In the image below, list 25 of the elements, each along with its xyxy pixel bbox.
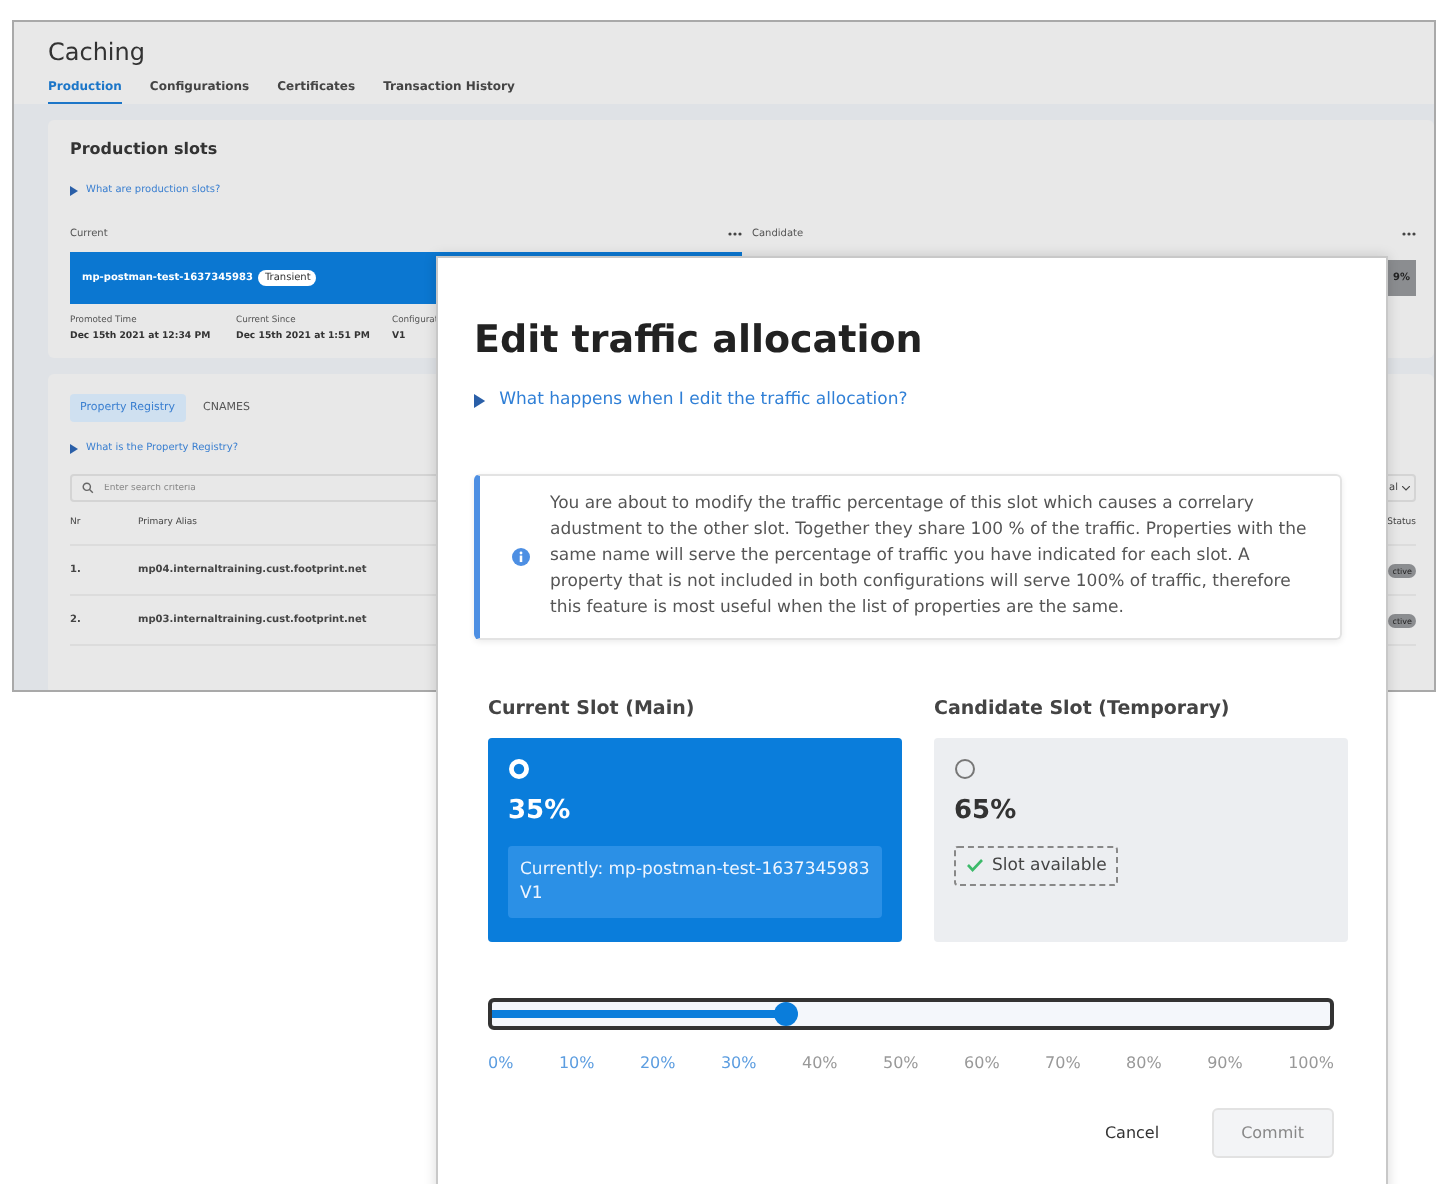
info-text: You are about to modify the traffic percentage of this slot which causes a correlary adustment to the other slot. Together they share 100 % of the traffic. Properties with the same name will serve the percentage of traffic you have indicated for each slot. A property that is not included in both configurations will serve 100% of traffic, therefore this feature is most useful when the list of properties are the same. [550,491,1309,621]
tick-label: 70% [1045,1053,1081,1071]
tick-label: 50% [883,1053,919,1071]
slot-heading: Candidate Slot (Temporary) [934,697,1232,719]
help-link[interactable]: What happens when I edit the traffic allocation? [474,390,908,410]
slot-note: Currently: mp-postman-test-1637345983 V1 [508,845,882,917]
cancel-button[interactable]: Cancel [1096,1109,1168,1155]
tick-label: 30% [720,1053,757,1071]
tick-label: 0% [488,1053,514,1071]
availability-text: Slot available [992,855,1107,875]
card-title: Production slots [70,140,220,158]
page-title: Caching [48,36,147,70]
slot-card[interactable]: 35% Currently: mp-postman-test-1637345983 V1 [488,737,902,941]
slot-share: 65% [954,795,1019,825]
tick-label: 40% [801,1053,838,1071]
tick-label: 100% [1288,1053,1334,1071]
tick-label: 80% [1126,1053,1162,1071]
tick-label: 60% [964,1053,1000,1071]
slot-card[interactable]: 65% Slot available [934,737,1348,941]
tick-label: 20% [639,1053,676,1071]
slot-share: 35% [508,795,573,825]
dialog-title: Edit traffic allocation [474,318,925,362]
tick-label: 90% [1207,1053,1243,1071]
tick-label: 10% [558,1053,595,1071]
slot-heading: Current Slot (Main) [488,697,697,719]
